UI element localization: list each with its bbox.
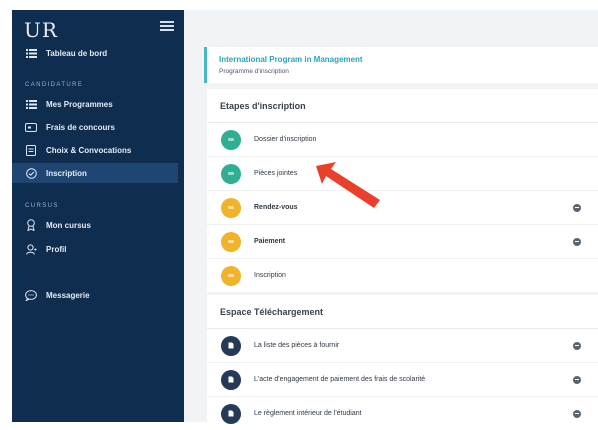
program-title[interactable]: International Program in Management (219, 55, 363, 64)
award-icon (25, 219, 37, 231)
file-icon (221, 403, 241, 424)
downloads-header: Espace Téléchargement (207, 295, 598, 329)
step-label: Dossier d'inscription (254, 136, 317, 143)
payment-icon (25, 121, 37, 133)
step-label: Inscription (254, 272, 286, 279)
collapse-icon[interactable] (573, 341, 581, 350)
step-row[interactable]: Inscription (207, 259, 598, 292)
sidebar-item-profil[interactable]: Profil (12, 239, 178, 259)
sidebar-item-messagerie[interactable]: Messagerie (12, 285, 178, 305)
user-icon (25, 243, 37, 255)
download-row[interactable]: La liste des pièces à fournir (207, 329, 598, 363)
step-row[interactable]: Paiement (207, 225, 598, 259)
etapes-card: Etapes d'inscription Dossier d'inscripti… (207, 89, 598, 292)
step-label: Pièces jointes (254, 170, 298, 177)
check-circle-icon (25, 167, 37, 179)
step-label: Paiement (254, 238, 286, 245)
downloads-card: Espace Téléchargement La liste des pièce… (207, 295, 598, 430)
step-row[interactable]: Dossier d'inscription (207, 123, 598, 157)
status-dot-pending (221, 231, 241, 252)
status-dot-pending (221, 265, 241, 286)
list-icon (25, 47, 37, 59)
sidebar-item-label: Frais de concours (46, 122, 115, 132)
status-dot-done (221, 129, 241, 150)
sidebar-item-choix[interactable]: Choix & Convocations (12, 140, 178, 160)
sidebar-item-label: Inscription (46, 168, 87, 178)
list-icon (25, 98, 37, 110)
status-dot-pending (221, 197, 241, 218)
sidebar-item-inscription[interactable]: Inscription (12, 163, 178, 183)
file-icon (221, 369, 241, 390)
collapse-icon[interactable] (573, 375, 581, 384)
document-icon (25, 144, 37, 156)
download-label[interactable]: L'acte d'engagement de paiement des frai… (254, 376, 425, 383)
collapse-icon[interactable] (573, 237, 581, 246)
status-dot-done (221, 163, 241, 184)
download-row[interactable]: L'acte d'engagement de paiement des frai… (207, 363, 598, 397)
sidebar-item-mon-cursus[interactable]: Mon cursus (12, 215, 178, 235)
step-label: Rendez-vous (254, 204, 298, 211)
step-row[interactable]: Rendez-vous (207, 191, 598, 225)
sidebar: UR Tableau de bord CANDIDATURE Mes Progr… (12, 10, 184, 422)
sidebar-item-label: Choix & Convocations (46, 145, 132, 155)
sidebar-item-dashboard[interactable]: Tableau de bord (12, 43, 178, 63)
brand-logo[interactable]: UR (24, 18, 58, 42)
step-row[interactable]: Pièces jointes (207, 157, 598, 191)
section-label-cursus: CURSUS (25, 203, 59, 209)
collapse-icon[interactable] (573, 203, 581, 212)
download-label[interactable]: Le règlement intérieur de l'étudiant (254, 410, 362, 417)
section-label-candidature: CANDIDATURE (25, 82, 84, 88)
collapse-icon[interactable] (573, 409, 581, 418)
file-icon (221, 335, 241, 356)
sidebar-item-programmes[interactable]: Mes Programmes (12, 94, 178, 114)
sidebar-item-label: Mon cursus (46, 220, 91, 230)
chat-icon (25, 289, 37, 301)
sidebar-item-label: Mes Programmes (46, 99, 113, 109)
program-subtitle: Programme d'inscription (219, 68, 289, 75)
top-bar (184, 10, 598, 36)
download-label[interactable]: La liste des pièces à fournir (254, 342, 339, 349)
sidebar-item-label: Tableau de bord (46, 48, 108, 58)
sidebar-item-frais[interactable]: Frais de concours (12, 117, 178, 137)
sidebar-item-label: Messagerie (46, 290, 90, 300)
annotation-arrow-icon (316, 162, 380, 208)
download-row[interactable]: Le règlement intérieur de l'étudiant (207, 397, 598, 430)
program-card: International Program in Management Prog… (204, 47, 598, 83)
etapes-header: Etapes d'inscription (207, 89, 598, 123)
sidebar-item-label: Profil (46, 244, 67, 254)
menu-toggle-icon[interactable] (160, 21, 174, 31)
